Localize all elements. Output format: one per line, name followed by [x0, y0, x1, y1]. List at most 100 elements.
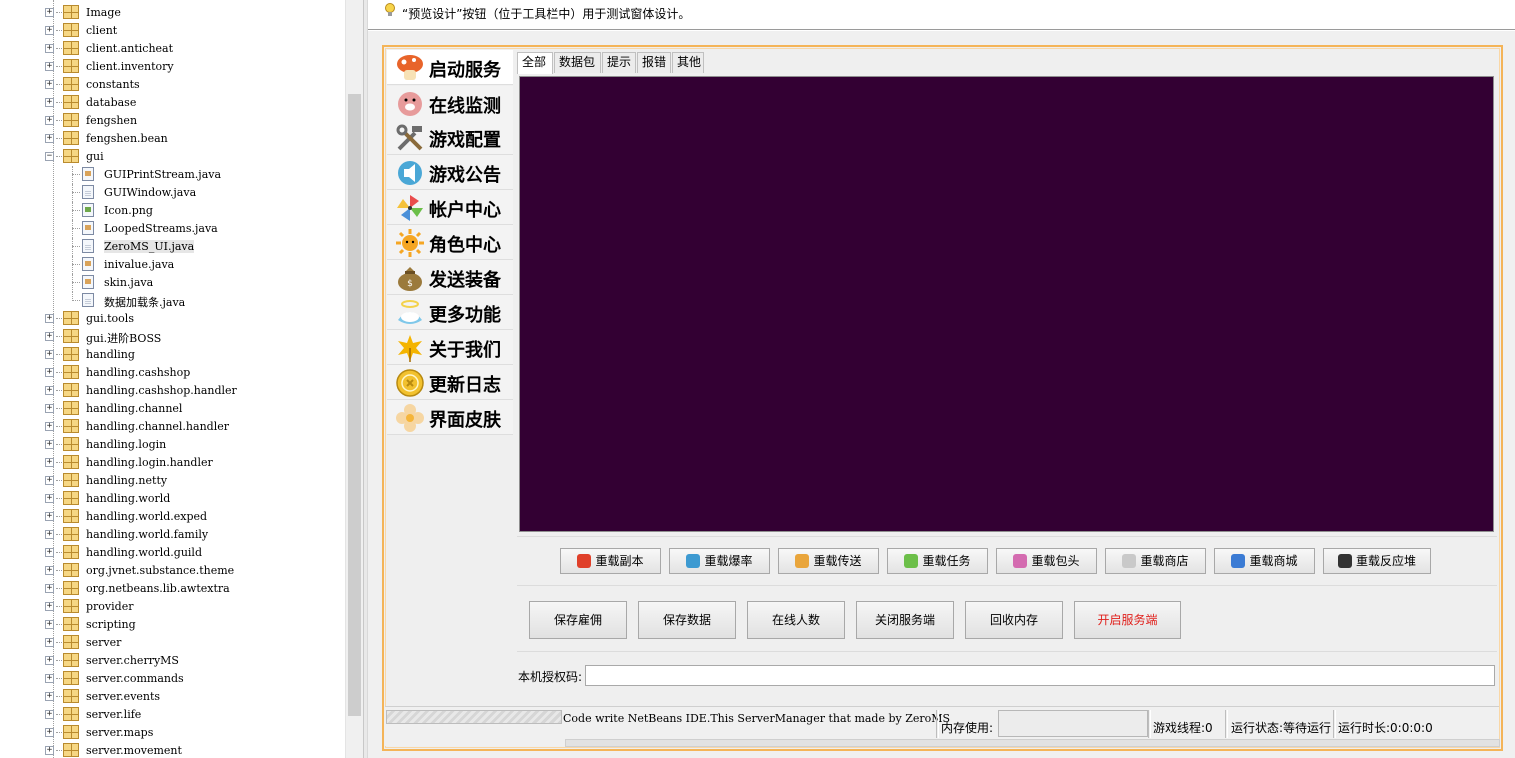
log-tab[interactable]: 提示 — [602, 52, 636, 73]
tree-item[interactable]: + client.inventory — [0, 58, 345, 76]
tree-item[interactable]: + handling.channel — [0, 400, 345, 418]
log-console[interactable] — [519, 76, 1494, 532]
nav-item[interactable]: 游戏配置 — [387, 120, 513, 155]
expand-icon[interactable]: + — [45, 512, 54, 521]
tree-item[interactable]: + handling — [0, 346, 345, 364]
tree-item[interactable]: + handling.channel.handler — [0, 418, 345, 436]
tree-item[interactable]: + gui.tools — [0, 310, 345, 328]
tree-item[interactable]: Icon.png — [0, 202, 345, 220]
expand-icon[interactable]: + — [45, 458, 54, 467]
nav-item[interactable]: 在线监测 — [387, 86, 513, 121]
expand-icon[interactable]: + — [45, 710, 54, 719]
expand-icon[interactable]: + — [45, 26, 54, 35]
tree-item[interactable]: + server — [0, 634, 345, 652]
tree-item[interactable]: + handling.login — [0, 436, 345, 454]
nav-item[interactable]: 界面皮肤 — [387, 400, 513, 435]
tree-item[interactable]: + fengshen — [0, 112, 345, 130]
action-button[interactable]: 开启服务端 — [1074, 601, 1181, 639]
expand-icon[interactable]: + — [45, 350, 54, 359]
collapse-icon[interactable]: − — [45, 152, 54, 161]
tree-item[interactable]: + database — [0, 94, 345, 112]
expand-icon[interactable]: + — [45, 422, 54, 431]
expand-icon[interactable]: + — [45, 8, 54, 17]
tree-item[interactable]: + client.anticheat — [0, 40, 345, 58]
nav-item[interactable]: 游戏公告 — [387, 155, 513, 190]
tree-item[interactable]: inivalue.java — [0, 256, 345, 274]
expand-icon[interactable]: + — [45, 602, 54, 611]
tree-item[interactable]: − gui — [0, 148, 345, 166]
expand-icon[interactable]: + — [45, 98, 54, 107]
form-horizontal-scrollbar[interactable] — [565, 739, 1500, 747]
expand-icon[interactable]: + — [45, 530, 54, 539]
reload-button[interactable]: 重载爆率 — [669, 548, 770, 574]
expand-icon[interactable]: + — [45, 80, 54, 89]
reload-button[interactable]: 重载副本 — [560, 548, 661, 574]
nav-item[interactable]: 角色中心 — [387, 225, 513, 260]
tree-item[interactable]: + handling.login.handler — [0, 454, 345, 472]
auth-code-input[interactable] — [585, 665, 1495, 686]
log-tab[interactable]: 全部 — [517, 52, 553, 74]
expand-icon[interactable]: + — [45, 692, 54, 701]
log-tab[interactable]: 其他 — [672, 52, 704, 73]
tree-item[interactable]: GUIWindow.java — [0, 184, 345, 202]
nav-item[interactable]: 启动服务 — [387, 50, 513, 85]
tree-item[interactable]: + Image — [0, 4, 345, 22]
tree-item[interactable]: + handling.world.guild — [0, 544, 345, 562]
nav-item[interactable]: 帐户中心 — [387, 190, 513, 225]
expand-icon[interactable]: + — [45, 404, 54, 413]
tree-item[interactable]: GUIPrintStream.java — [0, 166, 345, 184]
expand-icon[interactable]: + — [45, 620, 54, 629]
tree-item[interactable]: + fengshen.bean — [0, 130, 345, 148]
expand-icon[interactable]: + — [45, 314, 54, 323]
tree-item[interactable]: + org.netbeans.lib.awtextra — [0, 580, 345, 598]
tree-item[interactable]: + provider — [0, 598, 345, 616]
reload-button[interactable]: 重载传送 — [778, 548, 879, 574]
action-button[interactable]: 关闭服务端 — [856, 601, 954, 639]
reload-button[interactable]: 重载包头 — [996, 548, 1097, 574]
expand-icon[interactable]: + — [45, 566, 54, 575]
expand-icon[interactable]: + — [45, 134, 54, 143]
action-button[interactable]: 保存雇佣 — [529, 601, 627, 639]
reload-button[interactable]: 重载反应堆 — [1323, 548, 1431, 574]
tree-item[interactable]: + server.events — [0, 688, 345, 706]
tree-item[interactable]: + client — [0, 22, 345, 40]
expand-icon[interactable]: + — [45, 386, 54, 395]
expand-icon[interactable]: + — [45, 44, 54, 53]
action-button[interactable]: 在线人数 — [747, 601, 845, 639]
nav-item[interactable]: 关于我们 — [387, 330, 513, 365]
tree-item[interactable]: + server.maps — [0, 724, 345, 742]
log-tab[interactable]: 报错 — [637, 52, 671, 73]
tree-item[interactable]: + server.commands — [0, 670, 345, 688]
expand-icon[interactable]: + — [45, 656, 54, 665]
nav-item[interactable]: 更新日志 — [387, 365, 513, 400]
expand-icon[interactable]: + — [45, 62, 54, 71]
tree-item[interactable]: + handling.cashshop — [0, 364, 345, 382]
tree-item[interactable]: + handling.world.family — [0, 526, 345, 544]
tree-item[interactable]: + org.jvnet.substance.theme — [0, 562, 345, 580]
reload-button[interactable]: 重载商城 — [1214, 548, 1315, 574]
tree-item[interactable]: + handling.world — [0, 490, 345, 508]
expand-icon[interactable]: + — [45, 440, 54, 449]
action-button[interactable]: 回收内存 — [965, 601, 1063, 639]
tree-item[interactable]: + gui.进阶BOSS — [0, 328, 345, 346]
tree-item[interactable]: + handling.cashshop.handler — [0, 382, 345, 400]
tree-item[interactable]: skin.java — [0, 274, 345, 292]
expand-icon[interactable]: + — [45, 746, 54, 755]
expand-icon[interactable]: + — [45, 548, 54, 557]
expand-icon[interactable]: + — [45, 638, 54, 647]
expand-icon[interactable]: + — [45, 116, 54, 125]
expand-icon[interactable]: + — [45, 584, 54, 593]
tree-item[interactable]: + scripting — [0, 616, 345, 634]
tree-item[interactable]: + server.life — [0, 706, 345, 724]
reload-button[interactable]: 重载商店 — [1105, 548, 1206, 574]
expand-icon[interactable]: + — [45, 476, 54, 485]
nav-item[interactable]: $ 发送装备 — [387, 260, 513, 295]
tree-item[interactable]: + server.cherryMS — [0, 652, 345, 670]
tree-item[interactable]: ZeroMS_UI.java — [0, 238, 345, 256]
log-tab[interactable]: 数据包 — [554, 52, 601, 73]
tree-item[interactable]: + server.movement — [0, 742, 345, 758]
tree-item[interactable]: LoopedStreams.java — [0, 220, 345, 238]
expand-icon[interactable]: + — [45, 332, 54, 341]
action-button[interactable]: 保存数据 — [638, 601, 736, 639]
tree-scrollbar-thumb[interactable] — [348, 94, 361, 716]
